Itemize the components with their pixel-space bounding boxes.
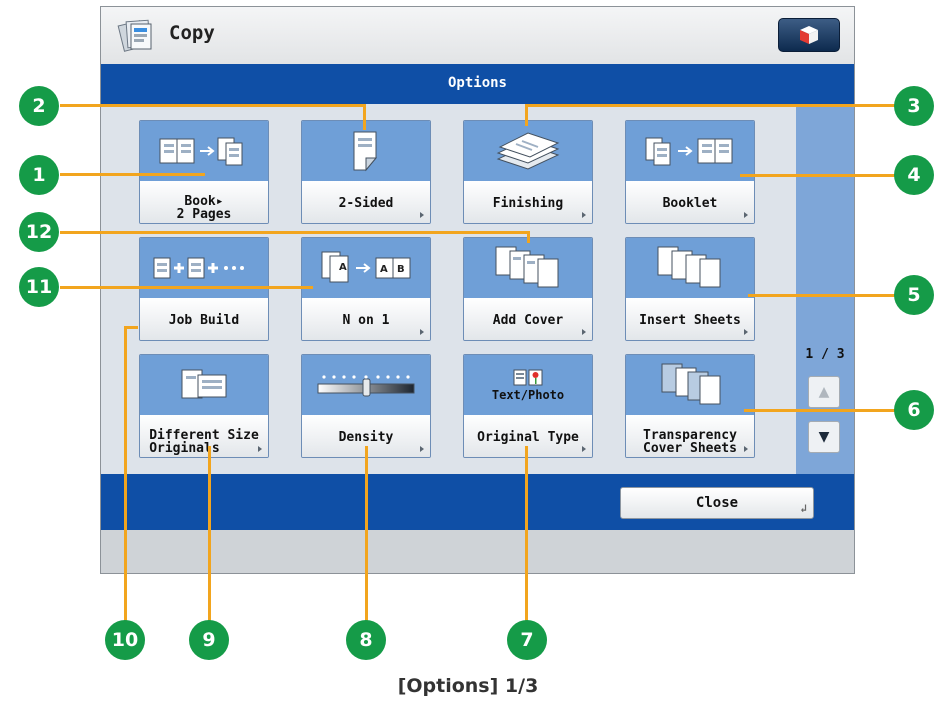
job-build-label: Job Build: [140, 298, 268, 340]
chevron-right-icon: [420, 329, 424, 335]
insert-sheets-icon: [657, 246, 721, 288]
n-on-1-button[interactable]: A A B N on 1: [301, 237, 431, 341]
chevron-right-icon: [420, 446, 424, 452]
job-build-button[interactable]: Job Build: [139, 237, 269, 341]
n-on-1-page-a: A: [339, 262, 347, 273]
booklet-button[interactable]: Booklet: [625, 120, 755, 224]
callout-6: 6: [894, 390, 934, 430]
booklet-icon: [645, 137, 733, 166]
chevron-right-icon: [582, 212, 586, 218]
close-button[interactable]: Close ↲: [620, 487, 814, 519]
n-on-1-page-a-combined: A: [380, 264, 388, 275]
book-to-pages-icon: [159, 137, 243, 166]
add-cover-label: Add Cover: [464, 298, 592, 340]
original-type-button[interactable]: Text/Photo Original Type: [463, 354, 593, 458]
text-photo-icon: [513, 369, 543, 386]
callout-5: 5: [894, 275, 934, 315]
page-scroll-column: 1 / 3 ▲ ▼: [796, 104, 854, 474]
transparency-cover-sheets-button[interactable]: Transparency Cover Sheets: [625, 354, 755, 458]
callout-8: 8: [346, 620, 386, 660]
two-sided-button[interactable]: 2-Sided: [301, 120, 431, 224]
callout-9: 9: [189, 620, 229, 660]
callout-1: 1: [19, 155, 59, 195]
booklet-label: Booklet: [626, 181, 754, 223]
transparency-cover-sheets-icon: [661, 363, 721, 405]
chevron-right-icon: [582, 329, 586, 335]
two-sided-icon: [353, 131, 378, 172]
app-title: Copy: [169, 22, 215, 44]
leader-line-2-drop: [363, 104, 366, 130]
leader-line-9: [208, 446, 211, 626]
chevron-right-icon: [744, 446, 748, 452]
different-size-originals-icon: [181, 369, 227, 399]
book-to-2-pages-button[interactable]: Book▸ 2 Pages: [139, 120, 269, 224]
add-cover-button[interactable]: Add Cover: [463, 237, 593, 341]
transparency-line2: Cover Sheets: [643, 441, 737, 456]
finishing-icon: [496, 132, 560, 170]
callout-12: 12: [19, 212, 59, 252]
scroll-down-button[interactable]: ▼: [808, 421, 840, 453]
two-sided-label: 2-Sided: [302, 181, 430, 223]
bottom-bar: Close ↲: [101, 474, 854, 530]
n-on-1-icon: A A B: [321, 251, 411, 283]
insert-sheets-button[interactable]: Insert Sheets: [625, 237, 755, 341]
leader-line-10: [124, 326, 127, 626]
density-slider-icon: [317, 375, 415, 397]
callout-7: 7: [507, 620, 547, 660]
down-arrow-icon: ▼: [818, 429, 830, 445]
insert-sheets-label: Insert Sheets: [626, 298, 754, 340]
scroll-up-button[interactable]: ▲: [808, 376, 840, 408]
leader-line-12-drop: [527, 231, 530, 243]
leader-line-10-tick: [124, 326, 138, 329]
figure-caption: [Options] 1/3: [397, 675, 539, 697]
options-header: Options: [101, 64, 854, 104]
return-arrow-icon: ↲: [800, 502, 807, 515]
leader-line-5: [748, 294, 900, 297]
leader-line-2: [60, 104, 366, 107]
chevron-right-icon: [744, 212, 748, 218]
home-cube-icon: [800, 26, 818, 44]
copy-screen: Copy Options Book▸ 2 Pages 2-Sided Finis…: [100, 6, 855, 574]
add-cover-icon: [495, 246, 559, 288]
callout-11: 11: [19, 267, 59, 307]
n-on-1-page-b-combined: B: [397, 264, 405, 275]
status-bar: [101, 530, 854, 573]
chevron-right-icon: [582, 446, 586, 452]
leader-line-8: [365, 446, 368, 626]
leader-line-3: [525, 104, 899, 107]
chevron-right-icon: [744, 329, 748, 335]
density-button[interactable]: Density: [301, 354, 431, 458]
options-title: Options: [447, 75, 507, 91]
leader-line-6: [744, 409, 900, 412]
callout-10: 10: [105, 620, 145, 660]
title-bar: Copy: [101, 7, 854, 65]
leader-line-11: [60, 286, 313, 289]
callout-3: 3: [894, 86, 934, 126]
page-indicator: 1 / 3: [805, 347, 845, 362]
chevron-right-icon: [258, 446, 262, 452]
leader-line-12: [60, 231, 530, 234]
callout-4: 4: [894, 155, 934, 195]
different-size-line2: Originals: [149, 441, 220, 456]
copy-app-icon: [117, 19, 152, 52]
job-build-icon: [153, 257, 244, 279]
callout-2: 2: [19, 86, 59, 126]
up-arrow-icon: ▲: [818, 384, 830, 400]
original-type-value: Text/Photo: [491, 388, 565, 402]
close-label: Close: [695, 495, 739, 511]
n-on-1-label: N on 1: [302, 298, 430, 340]
finishing-button[interactable]: Finishing: [463, 120, 593, 224]
leader-line-1: [60, 173, 205, 176]
chevron-right-icon: [420, 212, 424, 218]
different-size-originals-button[interactable]: Different Size Originals: [139, 354, 269, 458]
leader-line-4: [740, 174, 900, 177]
book-label-line2: 2 Pages: [176, 207, 232, 222]
original-type-label: Original Type: [464, 415, 592, 457]
leader-line-3-drop: [525, 104, 528, 126]
home-button[interactable]: [778, 18, 840, 52]
leader-line-7: [525, 446, 528, 626]
finishing-label: Finishing: [464, 181, 592, 223]
